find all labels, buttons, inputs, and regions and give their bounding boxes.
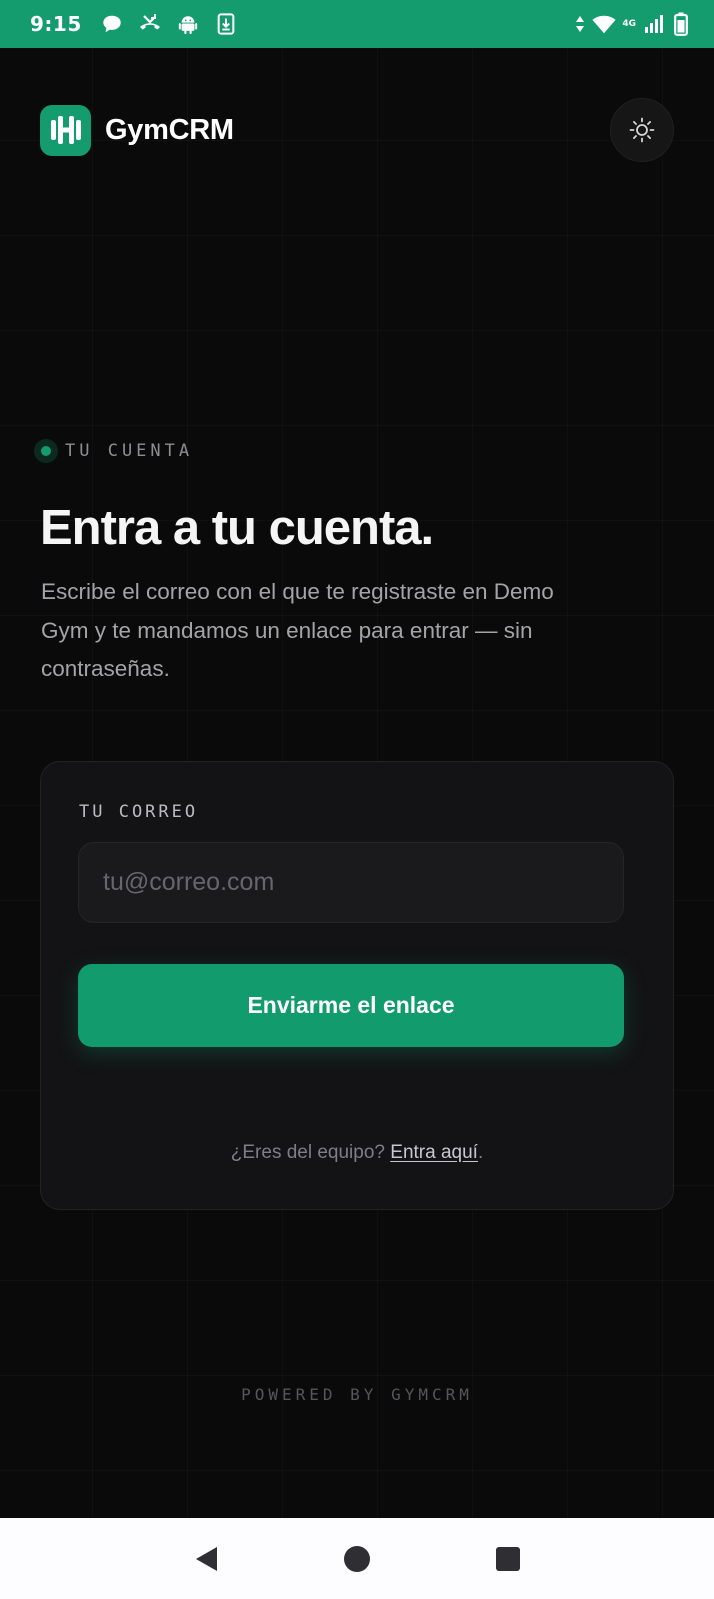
- page-description: Escribe el correo con el que te registra…: [41, 579, 554, 681]
- eyebrow-label: TU CUENTA: [65, 441, 194, 461]
- recents-icon[interactable]: [484, 1535, 532, 1583]
- battery-icon: [672, 12, 690, 36]
- notification-icons: [100, 12, 238, 36]
- app-header: GymCRM: [40, 98, 674, 162]
- brand-name: GymCRM: [105, 113, 234, 146]
- theme-toggle-button[interactable]: [610, 98, 674, 162]
- status-bar: 9:15 4G: [0, 0, 714, 48]
- download-icon: [214, 12, 238, 36]
- status-dot-icon: [34, 439, 58, 463]
- page-title: Entra a tu cuenta.: [40, 501, 434, 555]
- back-icon[interactable]: [182, 1535, 230, 1583]
- status-time: 9:15: [30, 12, 82, 36]
- system-nav-bar: [0, 1518, 714, 1599]
- staff-login-prompt: ¿Eres del equipo? Entra aquí.: [41, 1142, 673, 1164]
- send-link-button[interactable]: Enviarme el enlace: [78, 964, 624, 1047]
- dumbbell-icon: [40, 104, 91, 156]
- chat-icon: [100, 12, 124, 36]
- signal-icon: [642, 12, 666, 36]
- eyebrow: TU CUENTA: [34, 439, 193, 463]
- email-input[interactable]: [78, 842, 624, 923]
- login-card: TU CORREO Enviarme el enlace ¿Eres del e…: [40, 761, 674, 1210]
- wifi-icon: [592, 12, 616, 36]
- data-arrows-icon: [574, 12, 586, 36]
- app-screen: GymCRM TU CUENTA Entra a tu cuenta. Escr…: [0, 48, 714, 1518]
- staff-prompt-text: ¿Eres del equipo?: [230, 1142, 385, 1163]
- system-icons: 4G: [574, 12, 690, 36]
- network-type: 4G: [622, 19, 636, 29]
- staff-login-link[interactable]: Entra aquí: [390, 1142, 478, 1163]
- sun-icon: [629, 117, 655, 143]
- android-icon: [176, 12, 200, 36]
- home-icon[interactable]: [333, 1535, 381, 1583]
- staff-prompt-suffix: .: [477, 1142, 484, 1163]
- missed-call-icon: [138, 12, 162, 36]
- powered-by-footer: POWERED BY GYMCRM: [241, 1385, 473, 1404]
- email-label: TU CORREO: [79, 802, 199, 822]
